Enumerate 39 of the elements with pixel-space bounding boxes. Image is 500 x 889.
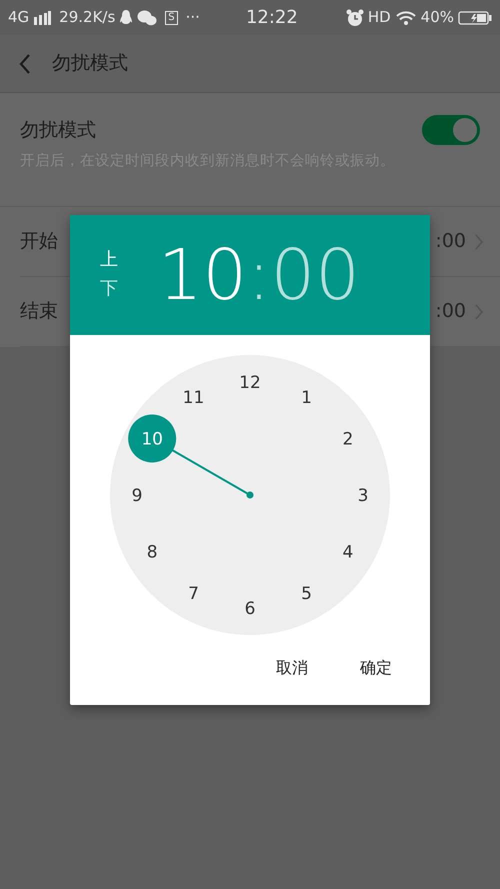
toggle-switch[interactable] xyxy=(422,115,480,145)
clock-number[interactable]: 1 xyxy=(301,388,312,408)
clock-number[interactable]: 8 xyxy=(146,542,158,562)
clock-number[interactable]: 5 xyxy=(301,584,312,604)
time-value: :00 xyxy=(435,299,466,324)
wifi-icon xyxy=(394,10,417,26)
clock-number[interactable]: 2 xyxy=(342,430,354,450)
network-label: 4G xyxy=(8,7,30,28)
hour-display[interactable]: 10 xyxy=(158,240,248,310)
clock-number[interactable]: 6 xyxy=(244,599,256,619)
signal-icon xyxy=(33,10,52,24)
clock-number[interactable]: 3 xyxy=(358,486,368,506)
alarm-icon xyxy=(346,8,364,26)
setting-label: 结束 xyxy=(20,299,58,324)
s-badge: S xyxy=(165,10,178,24)
time-separator: : xyxy=(247,240,271,310)
more-label: ··· xyxy=(186,7,200,28)
penguin-icon xyxy=(119,10,134,26)
clock-number[interactable]: 12 xyxy=(239,373,261,393)
chat-icon xyxy=(137,10,158,26)
ok-button[interactable]: 确定 xyxy=(346,650,406,686)
period-option[interactable]: 上 xyxy=(100,246,118,275)
battery-label: 40% xyxy=(420,7,454,28)
clock-number[interactable]: 9 xyxy=(132,486,142,506)
page-title: 勿扰模式 xyxy=(52,51,128,76)
clock-number[interactable]: 11 xyxy=(182,388,204,408)
speed-label: 29.2K/s xyxy=(59,7,116,28)
clock-face[interactable] xyxy=(110,355,390,635)
clock-number[interactable]: 10 xyxy=(141,430,163,450)
clock-time: 12:22 xyxy=(246,6,298,30)
setting-title: 勿扰模式 xyxy=(20,118,96,143)
setting-label: 开始 xyxy=(20,229,58,254)
cancel-button[interactable]: 取消 xyxy=(262,650,322,686)
back-icon[interactable] xyxy=(18,52,32,74)
clock-number[interactable]: 4 xyxy=(342,542,354,562)
clock-number[interactable]: 7 xyxy=(188,584,199,604)
time-value: :00 xyxy=(435,229,466,254)
hd-label: HD xyxy=(368,7,391,28)
battery-icon xyxy=(458,10,492,26)
